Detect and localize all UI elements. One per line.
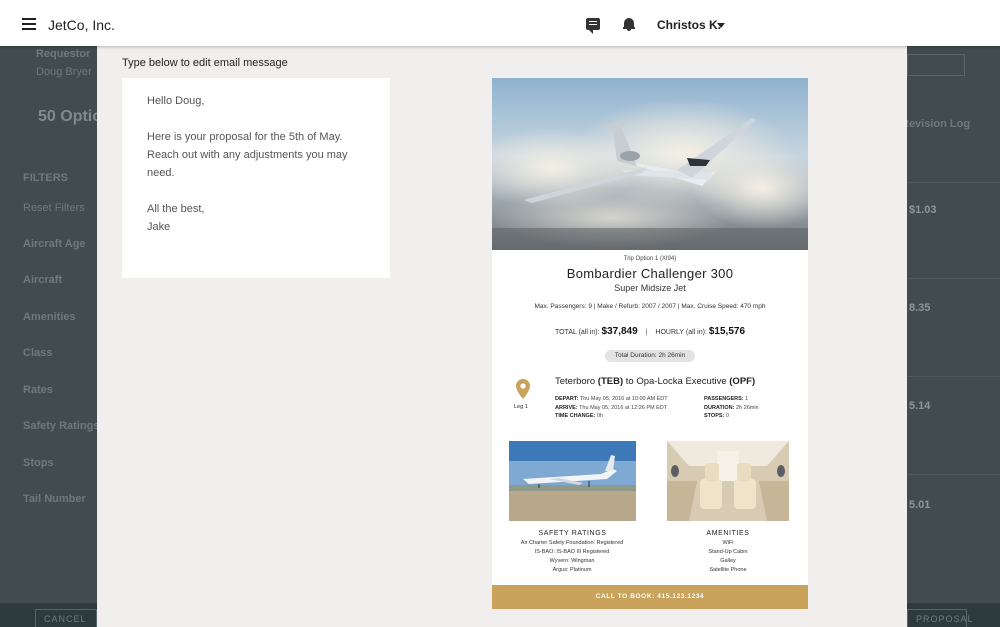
filter-stops[interactable]: Stops bbox=[23, 457, 54, 469]
amenity-item: WiFi bbox=[722, 540, 734, 546]
total-duration-badge: Total Duration: 2h 26min bbox=[605, 350, 695, 362]
revision-log-link[interactable]: Revision Log bbox=[901, 118, 970, 130]
proposal-button[interactable]: PROPOSAL bbox=[907, 609, 973, 627]
route-to-word: to bbox=[625, 376, 634, 387]
caret-down-icon[interactable] bbox=[717, 23, 725, 28]
top-bar: JetCo, Inc. Christos K. bbox=[0, 0, 1000, 46]
duration-value: 2h 26min bbox=[735, 404, 759, 411]
cabin-interior-image bbox=[667, 441, 789, 521]
time-change-value: 0h bbox=[596, 413, 603, 419]
filter-aircraft-age[interactable]: Aircraft Age bbox=[23, 238, 86, 250]
requestor-label: Requestor bbox=[36, 48, 91, 60]
stops-label: STOPS: bbox=[704, 413, 725, 419]
total-price: $37,849 bbox=[601, 326, 638, 337]
amenity-item: Satellite Phone bbox=[709, 567, 747, 573]
depart-value: Thu May 05, 2016 at 10:00 AM EDT bbox=[579, 396, 668, 402]
option-price: 5.01 bbox=[909, 499, 931, 511]
filter-safety-ratings[interactable]: Safety Ratings bbox=[23, 420, 99, 432]
time-change-label: TIME CHANGE: bbox=[555, 413, 596, 419]
option-price: 5.14 bbox=[909, 400, 931, 412]
passengers-value: 1 bbox=[745, 396, 749, 402]
brand-name: JetCo, Inc. bbox=[48, 17, 115, 33]
leg-details: PASSENGERS: 1 DURATION: 2h 26min STOPS: … bbox=[704, 395, 759, 421]
email-message-editor[interactable]: Hello Doug, Here is your proposal for th… bbox=[122, 78, 390, 278]
safety-rating-item: Argus: Platinum bbox=[552, 567, 592, 573]
aircraft-class: Super Midsize Jet bbox=[614, 283, 686, 293]
reset-filters-link[interactable]: Reset Filters bbox=[23, 202, 85, 214]
divider bbox=[907, 182, 1000, 183]
proposal-preview: Trip Option 1 (XI94) Bombardier Challeng… bbox=[492, 78, 808, 609]
depart-label: DEPART: bbox=[555, 396, 579, 402]
filter-aircraft[interactable]: Aircraft bbox=[23, 274, 62, 286]
aircraft-exterior-image bbox=[509, 441, 636, 521]
safety-ratings-title: SAFETY RATINGS bbox=[538, 530, 607, 537]
background-left-panel: Requestor Doug Bryer 50 Options FILTERS … bbox=[0, 46, 121, 627]
leg-times: DEPART: Thu May 05, 2016 at 10:00 AM EDT… bbox=[555, 395, 668, 421]
edit-instructions: Type below to edit email message bbox=[122, 57, 288, 69]
route: Teterboro (TEB) to Opa-Locka Executive (… bbox=[555, 376, 755, 387]
route-from-code: (TEB) bbox=[597, 376, 624, 387]
bell-icon[interactable] bbox=[623, 17, 635, 31]
total-label: TOTAL (all in): bbox=[554, 329, 600, 336]
duration-label: DURATION: bbox=[704, 404, 735, 411]
requestor-name: Doug Bryer bbox=[36, 66, 92, 78]
user-menu[interactable]: Christos K. bbox=[657, 18, 721, 32]
filter-amenities[interactable]: Amenities bbox=[23, 311, 76, 323]
cancel-button[interactable]: CANCEL bbox=[35, 609, 97, 627]
price-row: TOTAL (all in): $37,849 | HOURLY (all in… bbox=[492, 326, 808, 337]
safety-ratings-list: Air Charter Safety Foundation: Registere… bbox=[492, 539, 652, 575]
price-separator: | bbox=[645, 329, 648, 336]
passengers-label: PASSENGERS: bbox=[704, 396, 744, 402]
option-price: $1.03 bbox=[909, 204, 937, 216]
safety-rating-item: IS-BAO: IS-BAO III Registered bbox=[534, 549, 610, 555]
aircraft-hero-image bbox=[492, 78, 808, 250]
divider bbox=[907, 474, 1000, 475]
leg-label: Leg 1 bbox=[514, 404, 528, 410]
amenities-title: AMENITIES bbox=[706, 530, 750, 537]
filter-rates[interactable]: Rates bbox=[23, 384, 53, 396]
email-message-text[interactable]: Hello Doug, Here is your proposal for th… bbox=[147, 92, 365, 236]
trip-option-label: Trip Option 1 (XI94) bbox=[623, 256, 677, 262]
arrive-value: Thu May 05, 2016 at 12:26 PM EDT bbox=[579, 404, 668, 411]
filters-title: FILTERS bbox=[23, 172, 69, 184]
amenity-item: Galley bbox=[720, 558, 736, 564]
background-right-panel: Revision Log $1.03 8.35 5.14 5.01 bbox=[901, 46, 1000, 627]
filter-class[interactable]: Class bbox=[23, 347, 52, 359]
aircraft-name: Bombardier Challenger 300 bbox=[566, 266, 734, 281]
chat-icon[interactable] bbox=[586, 18, 600, 34]
amenities-list: WiFi Stand-Up Cabin Galley Satellite Pho… bbox=[667, 539, 789, 575]
filter-tail-number[interactable]: Tail Number bbox=[23, 493, 86, 505]
route-to-code: (OPF) bbox=[729, 376, 756, 387]
option-price: 8.35 bbox=[909, 302, 931, 314]
amenity-item: Stand-Up Cabin bbox=[708, 549, 748, 555]
divider bbox=[907, 278, 1000, 279]
arrive-label: ARRIVE: bbox=[555, 404, 578, 411]
stops-value: 0 bbox=[725, 413, 729, 419]
location-pin-icon bbox=[516, 379, 530, 399]
safety-rating-item: Air Charter Safety Foundation: Registere… bbox=[520, 540, 624, 546]
hourly-label: HOURLY (all in): bbox=[655, 329, 707, 336]
route-to: Opa-Locka Executive bbox=[636, 376, 727, 387]
menu-icon[interactable] bbox=[22, 18, 36, 30]
route-from: Teterboro bbox=[555, 376, 596, 387]
divider bbox=[907, 376, 1000, 377]
hourly-price: $15,576 bbox=[708, 326, 746, 337]
aircraft-specs: Max. Passengers: 9 | Make / Refurb: 2007… bbox=[534, 303, 766, 310]
background-select[interactable] bbox=[907, 54, 965, 76]
email-proposal-modal: Type below to edit email message Hello D… bbox=[97, 46, 907, 627]
call-to-book-banner[interactable]: CALL TO BOOK: 415.123.1234 bbox=[492, 585, 808, 609]
safety-rating-item: Wyvern: Wingman bbox=[549, 558, 595, 564]
